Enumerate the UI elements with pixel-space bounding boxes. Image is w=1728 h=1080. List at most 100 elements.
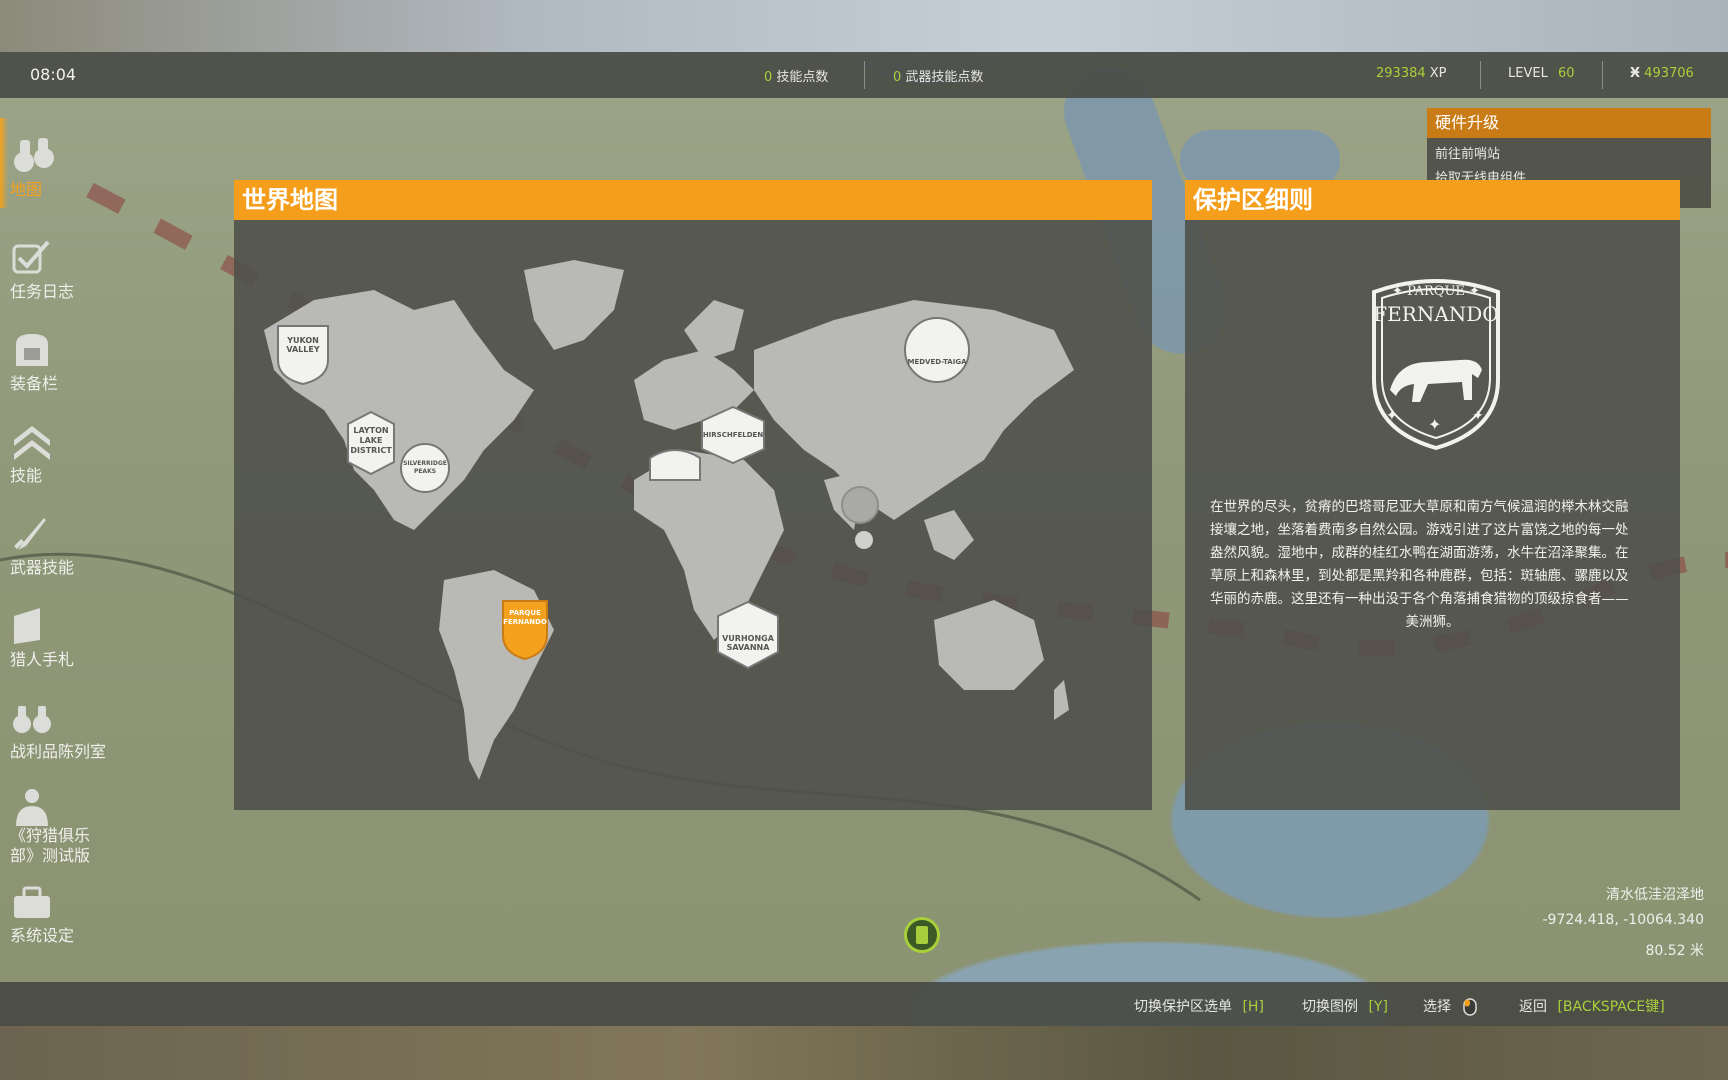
reserve-name: FERNANDO: [503, 618, 547, 626]
currency: Ӿ 493706: [1630, 66, 1694, 81]
xp-value: 293384: [1376, 66, 1426, 81]
reserve-emblem: ✦ ✦ ✦ ✦ PARQUE ✦ FERNANDO: [1368, 270, 1504, 451]
reserve-name: VURHONGA: [722, 634, 774, 643]
reserve-name: VALLEY: [286, 345, 320, 354]
quest-objective: 前往前哨站: [1435, 147, 1501, 162]
location-coords: -9724.418, -10064.340: [1542, 912, 1704, 928]
level-label: LEVEL: [1508, 66, 1548, 81]
description-line: 盎然风貌。湿地中，成群的桂红水鸭在湖面游荡，水牛在沼泽聚集。在: [1210, 545, 1629, 561]
divider: [1602, 61, 1603, 89]
sidebar-item-label: 技能: [10, 466, 43, 485]
chevrons-up-icon: [14, 426, 50, 460]
sidebar-item-map[interactable]: 地图: [10, 136, 130, 200]
controls-bar: 切换保护区选单 [H] 切换图例 [Y] 选择 返回 [BACKSPACE键]: [0, 982, 1728, 1026]
reserve-name: SILVERRIDGE: [403, 460, 447, 467]
hint-label: 返回: [1519, 999, 1547, 1015]
sidebar-item-hunter-notes[interactable]: 猎人手札: [10, 606, 130, 670]
emblem-top-text: PARQUE: [1407, 284, 1465, 299]
sidebar-item-label: 系统设定: [10, 926, 75, 945]
sidebar-item-trophy-lodge[interactable]: 战利品陈列室: [10, 698, 130, 762]
sidebar-item-skills[interactable]: 技能: [10, 422, 130, 486]
reserve-badge-cuatro-colinas[interactable]: [646, 446, 704, 486]
skill-points-value: 0: [764, 70, 773, 85]
world-map-panel: 世界地图 YUKON VALLEY LAYTON LAKE DISTRICT S…: [234, 180, 1152, 810]
reserve-name: LAKE: [359, 436, 383, 445]
location-name: 清水低洼沼泽地: [1606, 887, 1704, 903]
toolbox-icon: [14, 886, 50, 918]
reserve-badge-parque-fernando[interactable]: PARQUE FERNANDO: [499, 595, 551, 661]
hint-label: 切换图例: [1302, 999, 1358, 1015]
level-value: 60: [1557, 66, 1575, 81]
sidebar-item-label: 地图: [10, 180, 43, 199]
quest-title: 硬件升级: [1427, 108, 1711, 138]
reserve-badge-medved-taiga[interactable]: MEDVED-TAIGA: [898, 316, 976, 386]
location-altitude: 80.52 米: [1645, 943, 1704, 959]
reserve-name: LAYTON: [353, 426, 389, 435]
sidebar-item-label: 猎人手札: [10, 650, 75, 669]
sidebar-item-label: 战利品陈列室: [10, 742, 107, 761]
compass-button[interactable]: [904, 917, 940, 953]
back-hint[interactable]: 返回 [BACKSPACE键]: [1519, 996, 1665, 1016]
trophy-binoculars-icon: [13, 706, 51, 733]
description-line: 华丽的赤鹿。这里还有一种出没于各个角落捕食猎物的顶级掠食者——: [1210, 591, 1629, 607]
hint-label: 选择: [1423, 999, 1451, 1015]
sidebar-item-inventory[interactable]: 装备栏: [10, 330, 130, 394]
sidebar-item-weapon-skills[interactable]: 武器技能: [10, 514, 130, 578]
compass-icon: [916, 926, 928, 944]
description-line: 草原上和森林里，到处都是黑羚和各种鹿群，包括：斑轴鹿、骡鹿以及: [1210, 568, 1629, 584]
ground-strip: [0, 1026, 1728, 1080]
weapon-skill-points-label: 武器技能点数: [905, 70, 984, 85]
reserve-name: MEDVED-TAIGA: [907, 358, 967, 366]
notebook-icon: [14, 608, 40, 644]
shield-icon: [502, 600, 548, 661]
active-nav-marker: [0, 118, 8, 208]
description-line: 在世界的尽头，贫瘠的巴塔哥尼亚大草原和南方气候温润的榉木林交融: [1210, 499, 1629, 515]
player-marker: [855, 531, 873, 549]
divider: [1480, 61, 1481, 89]
reserve-badge-layton-lake[interactable]: LAYTON LAKE DISTRICT: [346, 410, 396, 476]
hint-key: [H]: [1242, 999, 1264, 1015]
reserve-badge-silver-ridge[interactable]: SILVERRIDGE PEAKS: [399, 442, 451, 494]
divider: [864, 61, 865, 89]
round-badge-icon: [904, 317, 970, 383]
reserve-name: DISTRICT: [350, 446, 392, 455]
toggle-reserve-menu-hint[interactable]: 切换保护区选单 [H]: [1134, 996, 1264, 1016]
svg-text:✦: ✦: [1386, 408, 1398, 424]
level: LEVEL 60: [1508, 66, 1575, 81]
checkbox-icon: [12, 240, 50, 274]
mouse-icon: [1463, 998, 1478, 1016]
clock: 08:04: [30, 65, 77, 84]
top-hud-bar: 08:04 0 技能点数 0 武器技能点数 293384 XP LEVEL 60…: [0, 52, 1728, 98]
sidebar-item-label: 任务日志: [10, 282, 75, 301]
ribbon-badge-icon: [649, 449, 701, 481]
binoculars-icon: [14, 138, 54, 172]
sidebar-item-quest-log[interactable]: 任务日志: [10, 238, 130, 302]
hint-key: [Y]: [1368, 999, 1388, 1015]
reserve-description: 在世界的尽头，贫瘠的巴塔哥尼亚大草原和南方气候温润的榉木林交融 接壤之地，坐落着…: [1210, 496, 1655, 634]
home-marker: [841, 486, 879, 524]
backpack-icon: [16, 334, 48, 366]
hint-key: [BACKSPACE键]: [1557, 999, 1665, 1015]
weapon-skill-points: 0 武器技能点数: [893, 66, 983, 85]
reserve-name: SAVANNA: [726, 643, 770, 652]
description-line: 美洲狮。: [1405, 614, 1460, 630]
weapon-skill-points-value: 0: [893, 70, 902, 85]
emblem-name: FERNANDO: [1373, 302, 1499, 326]
skill-points: 0 技能点数: [764, 66, 828, 85]
sidebar-item-label: 《狩猎俱乐部》测试版: [10, 826, 91, 865]
toggle-legend-hint[interactable]: 切换图例 [Y]: [1302, 996, 1388, 1016]
reserve-badge-hirschfelden[interactable]: HIRSCHFELDEN: [698, 405, 768, 465]
reserve-name: HIRSCHFELDEN: [702, 431, 764, 439]
reserve-name: PEAKS: [413, 468, 437, 475]
sidebar-item-label: 武器技能: [10, 558, 75, 577]
sidebar-item-hunt-club[interactable]: 《狩猎俱乐部》测试版: [10, 786, 114, 866]
hunter-icon: [16, 789, 48, 826]
select-hint[interactable]: 选择: [1423, 996, 1478, 1016]
reserve-name: YUKON: [287, 336, 319, 345]
reserve-badge-vurhonga[interactable]: VURHONGA SAVANNA: [714, 600, 782, 670]
sidebar-item-settings[interactable]: 系统设定: [10, 882, 130, 946]
reserve-badge-yukon-valley[interactable]: YUKON VALLEY: [274, 320, 332, 386]
world-map-title: 世界地图: [234, 180, 1152, 220]
sidebar-item-label: 装备栏: [10, 374, 59, 393]
reserve-name: PARQUE: [509, 609, 541, 617]
